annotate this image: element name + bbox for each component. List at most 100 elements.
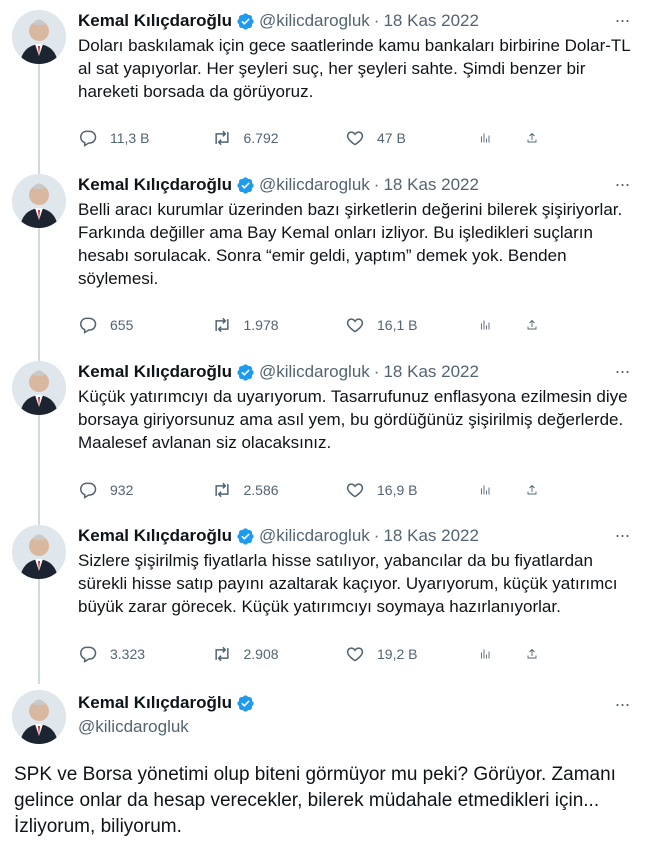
reply-icon (80, 317, 97, 334)
retweet-icon (214, 482, 229, 498)
author-name[interactable]: Kemal Kılıçdaroğlu (78, 175, 232, 195)
share-icon (527, 484, 537, 495)
verified-badge-icon (237, 527, 254, 545)
author-handle[interactable]: @kilicdarogluk (78, 717, 189, 737)
like-icon (346, 647, 364, 662)
tweet-text: Doları baskılamak için gece saatlerinde … (78, 36, 631, 101)
views-button[interactable] (479, 315, 503, 335)
tweet-header: Kemal Kılıçdaroğlu @kilicdarogluk · 18 K… (78, 525, 479, 547)
tweet-actions: 932 2.586 16,9 B (78, 478, 550, 502)
separator-dot: · (373, 526, 380, 545)
author-handle[interactable]: @kilicdarogluk (259, 362, 370, 382)
share-button[interactable] (526, 315, 550, 335)
like-count: 16,1 B (377, 317, 418, 333)
views-button[interactable] (479, 480, 503, 500)
more-icon[interactable]: ··· (610, 10, 634, 30)
retweet-count: 6.792 (243, 130, 279, 146)
reply-button[interactable]: 655 (78, 315, 188, 335)
tweet-date[interactable]: 18 Kas 2022 (383, 11, 478, 31)
reply-button[interactable]: 932 (78, 480, 188, 500)
more-icon[interactable]: ··· (610, 174, 634, 194)
reply-count: 655 (110, 317, 134, 333)
like-button[interactable]: 47 B (345, 128, 455, 148)
author-handle[interactable]: @kilicdarogluk (259, 11, 370, 31)
tweet-text: SPK ve Borsa yönetimi olup biteni görmüy… (14, 764, 616, 837)
verified-badge-icon (237, 694, 254, 712)
views-icon (480, 133, 489, 143)
avatar-image (12, 174, 66, 228)
separator-dot: · (373, 362, 380, 381)
reply-icon (80, 130, 97, 147)
like-count: 47 B (377, 130, 406, 146)
share-icon (527, 132, 537, 143)
share-button[interactable] (526, 480, 550, 500)
like-button[interactable]: 19,2 B (345, 644, 455, 664)
reply-icon (80, 646, 97, 663)
more-icon[interactable]: ··· (610, 694, 634, 714)
separator-dot: · (373, 175, 380, 194)
views-button[interactable] (479, 128, 503, 148)
share-button[interactable] (526, 644, 550, 664)
reply-count: 932 (110, 482, 134, 498)
tweet-date[interactable]: 18 Kas 2022 (383, 362, 478, 382)
tweet-date[interactable]: 18 Kas 2022 (383, 175, 478, 195)
views-icon (480, 649, 489, 659)
share-button[interactable] (526, 128, 550, 148)
retweet-count: 2.908 (243, 646, 279, 662)
avatar[interactable] (12, 690, 66, 744)
like-button[interactable]: 16,9 B (345, 480, 455, 500)
verified-badge-icon (237, 363, 254, 381)
like-icon (346, 318, 364, 333)
views-icon (480, 485, 489, 495)
retweet-icon (214, 646, 229, 662)
tweet-header: Kemal Kılıçdaroğlu @kilicdarogluk · 18 K… (78, 361, 479, 383)
views-button[interactable] (479, 644, 503, 664)
retweet-count: 2.586 (243, 482, 279, 498)
avatar-image (12, 690, 66, 744)
separator-dot: · (373, 11, 380, 30)
avatar-image (12, 10, 66, 64)
tweet-actions: 3.323 2.908 19,2 B (78, 642, 550, 666)
views-icon (480, 320, 489, 330)
reply-button[interactable]: 3.323 (78, 644, 188, 664)
tweet-text: Sizlere şişirilmiş fiyatlarla hisse satı… (78, 551, 618, 616)
reply-button[interactable]: 11,3 B (78, 128, 188, 148)
avatar[interactable] (12, 174, 66, 228)
tweet-header: Kemal Kılıçdaroğlu @kilicdarogluk · 18 K… (78, 10, 479, 32)
tweet-actions: 11,3 B 6.792 47 B (78, 126, 550, 150)
reply-count: 11,3 B (110, 130, 150, 146)
verified-badge-icon (237, 176, 254, 194)
share-icon (527, 648, 537, 659)
tweet-text: Belli aracı kurumlar üzerinden bazı şirk… (78, 200, 623, 288)
avatar-image (12, 361, 66, 415)
more-icon[interactable]: ··· (610, 525, 634, 545)
share-icon (527, 319, 537, 330)
avatar[interactable] (12, 361, 66, 415)
retweet-button[interactable]: 6.792 (212, 128, 322, 148)
author-handle[interactable]: @kilicdarogluk (259, 526, 370, 546)
like-icon (346, 483, 364, 498)
like-button[interactable]: 16,1 B (345, 315, 455, 335)
retweet-button[interactable]: 2.908 (212, 644, 322, 664)
more-icon[interactable]: ··· (610, 361, 634, 381)
avatar[interactable] (12, 10, 66, 64)
avatar[interactable] (12, 525, 66, 579)
like-count: 16,9 B (377, 482, 418, 498)
retweet-button[interactable]: 2.586 (212, 480, 322, 500)
retweet-icon (214, 130, 229, 146)
author-name[interactable]: Kemal Kılıçdaroğlu (78, 362, 232, 382)
reply-count: 3.323 (110, 646, 146, 662)
author-handle[interactable]: @kilicdarogluk (259, 175, 370, 195)
author-name[interactable]: Kemal Kılıçdaroğlu (78, 693, 232, 713)
tweet-header: Kemal Kılıçdaroğlu (78, 693, 255, 713)
retweet-count: 1.978 (243, 317, 279, 333)
author-name[interactable]: Kemal Kılıçdaroğlu (78, 526, 232, 546)
tweet-actions: 655 1.978 16,1 B (78, 313, 550, 337)
retweet-button[interactable]: 1.978 (212, 315, 322, 335)
reply-icon (80, 482, 97, 499)
verified-badge-icon (237, 12, 254, 30)
tweet-header: Kemal Kılıçdaroğlu @kilicdarogluk · 18 K… (78, 174, 479, 196)
avatar-image (12, 525, 66, 579)
author-name[interactable]: Kemal Kılıçdaroğlu (78, 11, 232, 31)
tweet-date[interactable]: 18 Kas 2022 (383, 526, 478, 546)
